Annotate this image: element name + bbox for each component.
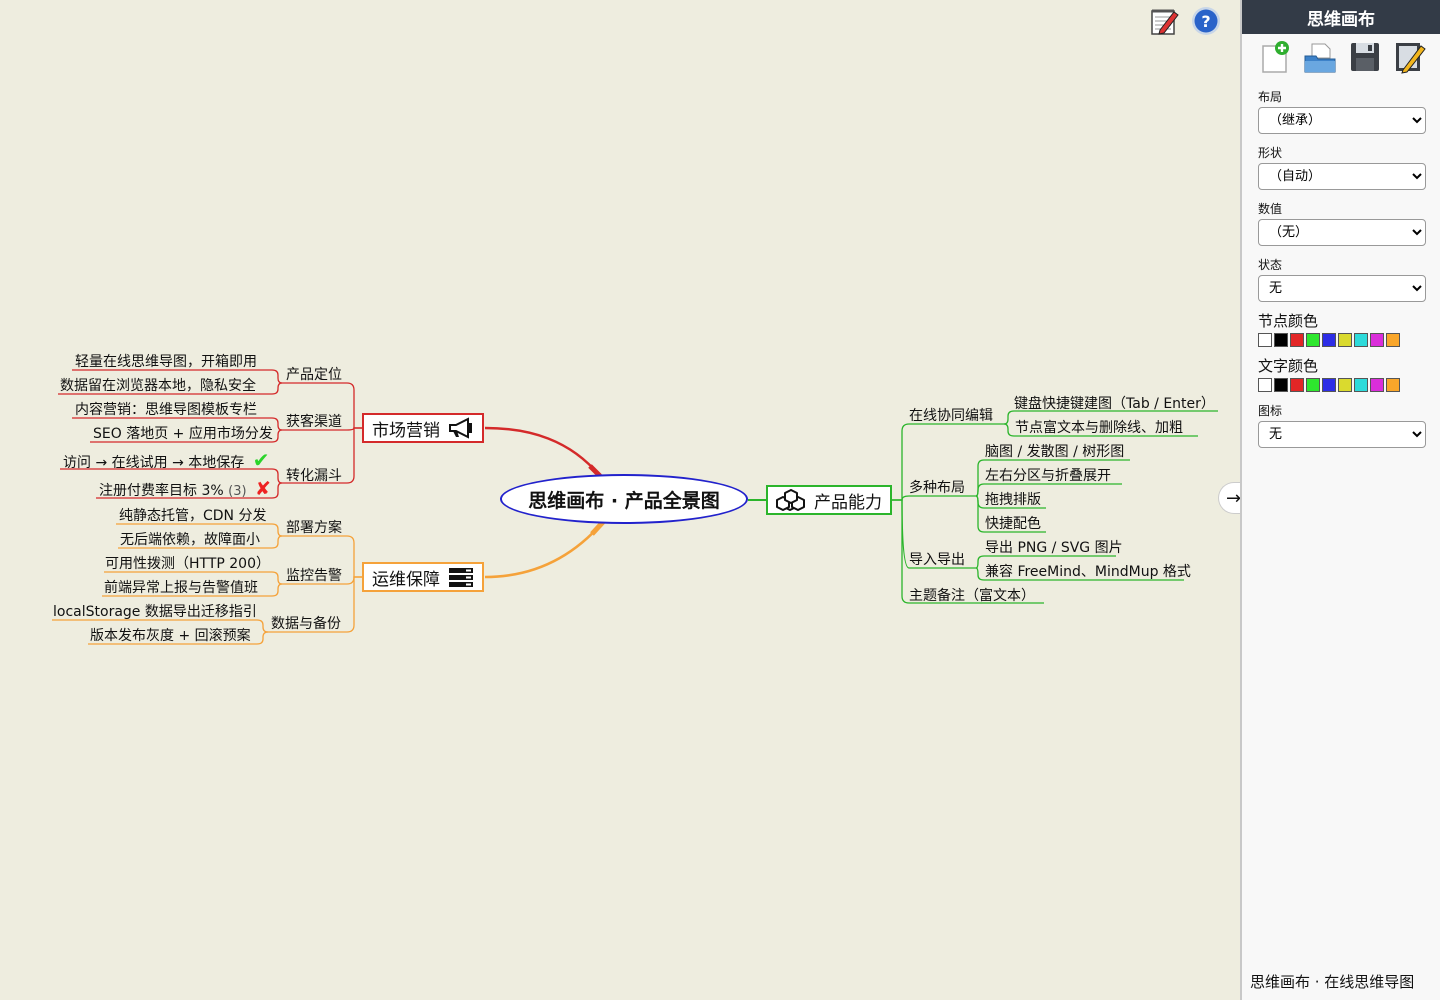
edit-notes-button[interactable] bbox=[1150, 6, 1180, 36]
shape-select[interactable]: （自动） bbox=[1258, 163, 1426, 190]
megaphone-icon bbox=[449, 417, 472, 439]
leaf-node[interactable]: 左右分区与折叠展开 bbox=[985, 467, 1111, 485]
panel-toolbar bbox=[1242, 34, 1440, 78]
color-swatch[interactable] bbox=[1322, 333, 1336, 347]
branch-label: 运维保障 bbox=[372, 569, 440, 590]
properties-panel: 思维画布 布局 （继承） 形状 （自动） 数值 （无） 状态 无 节点颜色 文字… bbox=[1240, 0, 1440, 1000]
leaf-node[interactable]: 无后端依赖，故障面小 bbox=[120, 531, 260, 549]
leaf-node[interactable]: 内容营销：思维导图模板专栏 bbox=[75, 401, 257, 419]
root-node-label: 思维画布 · 产品全景图 bbox=[528, 489, 720, 512]
branch-label: 市场营销 bbox=[372, 420, 440, 441]
icon-select[interactable]: 无 bbox=[1258, 421, 1426, 448]
leaf-node[interactable]: 导出 PNG / SVG 图片 bbox=[985, 539, 1123, 557]
color-swatch[interactable] bbox=[1370, 378, 1384, 392]
node-color-swatches bbox=[1258, 333, 1440, 347]
arrow-right-icon: → bbox=[1225, 487, 1242, 509]
root-node[interactable]: 思维画布 · 产品全景图 bbox=[500, 474, 748, 524]
layout-label: 布局 bbox=[1258, 90, 1283, 104]
color-swatch[interactable] bbox=[1370, 333, 1384, 347]
status-select[interactable]: 无 bbox=[1258, 275, 1426, 302]
color-swatch[interactable] bbox=[1290, 333, 1304, 347]
leaf-node[interactable]: 访问 → 在线试用 → 本地保存 ✔ bbox=[63, 448, 270, 472]
leaf-node[interactable]: localStorage 数据导出迁移指引 bbox=[53, 603, 257, 621]
leaf-node[interactable]: 前端异常上报与告警值班 bbox=[104, 579, 258, 597]
leaf-node[interactable]: 注册付费率目标 3% (3) ✘ bbox=[99, 480, 271, 501]
group-label[interactable]: 在线协同编辑 bbox=[909, 407, 993, 425]
leaf-node[interactable]: 可用性拨测（HTTP 200） bbox=[105, 555, 270, 573]
leaf-count: (3) bbox=[228, 484, 247, 499]
color-swatch[interactable] bbox=[1386, 378, 1400, 392]
mindmap-canvas[interactable]: 思维画布 · 产品全景图 市场营销 产品定位 获客渠道 转化漏斗 轻量在线思维导… bbox=[0, 0, 1240, 1000]
group-label[interactable]: 多种布局 bbox=[909, 479, 965, 497]
leaf-node[interactable]: SEO 落地页 + 应用市场分发 bbox=[93, 425, 273, 443]
cubes-icon bbox=[776, 489, 805, 511]
open-folder-icon bbox=[1304, 43, 1335, 73]
leaf-node[interactable]: 轻量在线思维导图，开箱即用 bbox=[75, 353, 257, 371]
leaf-node[interactable]: 快捷配色 bbox=[985, 515, 1041, 533]
color-swatch[interactable] bbox=[1322, 378, 1336, 392]
text-color-swatches bbox=[1258, 378, 1440, 392]
group-label[interactable]: 主题备注（富文本） bbox=[909, 587, 1035, 605]
notepad-pencil-icon bbox=[1151, 9, 1179, 35]
color-swatch[interactable] bbox=[1306, 333, 1320, 347]
group-label[interactable]: 数据与备份 bbox=[271, 615, 341, 633]
help-button[interactable]: ? bbox=[1191, 6, 1221, 36]
edit-document-button[interactable] bbox=[1393, 40, 1427, 74]
value-label: 数值 bbox=[1258, 202, 1283, 216]
value-select[interactable]: （无） bbox=[1258, 219, 1426, 246]
color-swatch[interactable] bbox=[1338, 378, 1352, 392]
open-file-button[interactable] bbox=[1303, 40, 1337, 74]
leaf-node[interactable]: 脑图 / 发散图 / 树形图 bbox=[985, 443, 1124, 461]
save-disk-icon bbox=[1350, 43, 1379, 71]
branch-node-ops[interactable]: 运维保障 bbox=[362, 562, 484, 592]
server-icon bbox=[449, 568, 473, 587]
leaf-node[interactable]: 数据留在浏览器本地，隐私安全 bbox=[60, 377, 256, 395]
group-label[interactable]: 监控告警 bbox=[286, 567, 342, 585]
group-label[interactable]: 转化漏斗 bbox=[286, 467, 342, 485]
new-document-button[interactable] bbox=[1258, 40, 1292, 74]
text-color-label: 文字颜色 bbox=[1258, 357, 1319, 375]
status-label: 状态 bbox=[1258, 258, 1283, 272]
group-label[interactable]: 导入导出 bbox=[909, 551, 965, 569]
leaf-node[interactable]: 兼容 FreeMind、MindMup 格式 bbox=[985, 563, 1191, 581]
leaf-node[interactable]: 版本发布灰度 + 回滚预案 bbox=[90, 627, 251, 645]
color-swatch[interactable] bbox=[1354, 378, 1368, 392]
group-label[interactable]: 获客渠道 bbox=[286, 413, 342, 431]
leaf-node[interactable]: 键盘快捷键建图（Tab / Enter） bbox=[1014, 395, 1215, 413]
help-icon: ? bbox=[1192, 7, 1220, 35]
color-swatch[interactable] bbox=[1306, 378, 1320, 392]
leaf-node[interactable]: 纯静态托管，CDN 分发 bbox=[119, 507, 266, 525]
node-color-label: 节点颜色 bbox=[1258, 312, 1319, 330]
panel-footer: 思维画布 · 在线思维导图 bbox=[1250, 973, 1415, 991]
color-swatch[interactable] bbox=[1386, 333, 1400, 347]
color-swatch[interactable] bbox=[1274, 378, 1288, 392]
edit-document-icon bbox=[1395, 43, 1426, 74]
branch-node-marketing[interactable]: 市场营销 bbox=[362, 413, 484, 443]
leaf-node[interactable]: 拖拽排版 bbox=[985, 491, 1041, 509]
leaf-label: 注册付费率目标 3% bbox=[99, 483, 224, 499]
cross-icon: ✘ bbox=[255, 478, 271, 500]
panel-title: 思维画布 bbox=[1242, 0, 1440, 34]
color-swatch[interactable] bbox=[1290, 378, 1304, 392]
group-label[interactable]: 部署方案 bbox=[286, 519, 342, 537]
color-swatch[interactable] bbox=[1338, 333, 1352, 347]
color-swatch[interactable] bbox=[1258, 333, 1272, 347]
svg-text:?: ? bbox=[1201, 12, 1210, 31]
branch-label: 产品能力 bbox=[814, 492, 882, 513]
layout-select[interactable]: （继承） bbox=[1258, 107, 1426, 134]
shape-label: 形状 bbox=[1258, 146, 1283, 160]
leaf-node[interactable]: 节点富文本与删除线、加粗 bbox=[1015, 419, 1183, 437]
new-document-icon bbox=[1261, 41, 1289, 73]
checkmark-icon: ✔ bbox=[252, 448, 270, 472]
color-swatch[interactable] bbox=[1274, 333, 1288, 347]
save-button[interactable] bbox=[1348, 40, 1382, 74]
branch-node-product[interactable]: 产品能力 bbox=[766, 485, 892, 515]
icon-label: 图标 bbox=[1258, 404, 1283, 418]
group-label[interactable]: 产品定位 bbox=[286, 366, 342, 384]
color-swatch[interactable] bbox=[1354, 333, 1368, 347]
color-swatch[interactable] bbox=[1258, 378, 1272, 392]
leaf-label: 访问 → 在线试用 → 本地保存 bbox=[63, 455, 245, 471]
